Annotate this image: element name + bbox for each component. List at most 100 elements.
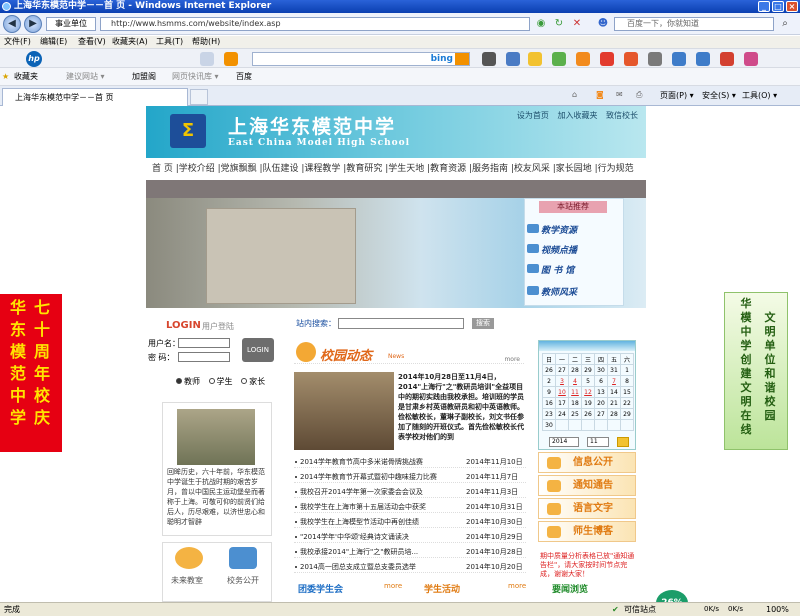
username-input[interactable] — [178, 338, 230, 348]
news-item[interactable]: 我校召开2014学年第一次家委会会议及 2014年11月3日 — [294, 486, 526, 498]
recommend-teaching-resources[interactable]: 教学资源 — [526, 223, 577, 236]
music-icon[interactable] — [744, 52, 758, 66]
fav-item-jiameng[interactable]: 加盟阁 — [132, 68, 156, 86]
forward-icon[interactable]: ▶ — [24, 15, 42, 33]
star-icon[interactable] — [528, 52, 542, 66]
fav-item-suggested[interactable]: 建议网站 ▾ — [66, 68, 105, 86]
compat-icon[interactable]: ◉ — [534, 17, 548, 31]
fav-item-webslice[interactable]: 网页快讯库 ▾ — [172, 68, 219, 86]
student-activities-title[interactable]: 学生活动 — [424, 582, 460, 595]
refresh-icon[interactable]: ↻ — [552, 17, 566, 31]
tab-current[interactable]: 上海华东模范中学－－首 页 — [2, 88, 188, 106]
cal-day[interactable]: 10 — [555, 386, 569, 398]
cal-day[interactable]: 1 — [620, 364, 634, 376]
cal-day[interactable]: 3 — [555, 375, 569, 387]
cal-day[interactable]: 6 — [594, 375, 608, 387]
cal-day[interactable] — [568, 419, 582, 431]
cal-day[interactable] — [620, 419, 634, 431]
cal-day[interactable]: 13 — [594, 386, 608, 398]
news-item[interactable]: 2014学年教育节开幕式暨初中趣味接力比赛 2014年11月7日 — [294, 471, 526, 483]
maximize-button[interactable]: □ — [772, 1, 784, 12]
league-union-title[interactable]: 团委学生会 — [298, 582, 343, 595]
email-icon[interactable] — [200, 52, 214, 66]
cal-day[interactable]: 11 — [568, 386, 582, 398]
cal-day[interactable]: 29 — [620, 408, 634, 420]
weibo-icon[interactable] — [720, 52, 734, 66]
menu-view[interactable]: 查看(V) — [78, 36, 106, 48]
send-icon[interactable] — [624, 52, 638, 66]
stop-icon[interactable]: ✕ — [570, 17, 584, 31]
address-bar[interactable]: http://www.hsmms.com/website/index.asp — [100, 17, 530, 31]
student-activities-more[interactable]: more — [508, 582, 526, 590]
recommend-library[interactable]: 图 书 馆 — [526, 263, 574, 276]
add-favorite-link[interactable]: 加入收藏夹 — [557, 111, 597, 120]
car-icon[interactable] — [482, 52, 496, 66]
calendar-year-select[interactable]: 2014 — [549, 437, 579, 447]
weather-icon[interactable] — [672, 52, 686, 66]
cal-day[interactable]: 16 — [542, 397, 556, 409]
cal-day[interactable]: 26 — [581, 408, 595, 420]
cal-day[interactable]: 30 — [594, 364, 608, 376]
civilization-banner[interactable]: 华模中学创建文明在线 文明单位和谐校园 — [724, 292, 788, 450]
close-button[interactable]: × — [786, 1, 798, 12]
cal-day[interactable]: 17 — [555, 397, 569, 409]
future-classroom-label[interactable]: 未来教室 — [171, 575, 203, 586]
site-search-input[interactable] — [338, 318, 464, 329]
menu-file[interactable]: 文件(F) — [4, 36, 31, 48]
search-icon[interactable]: ⌕ — [778, 17, 792, 31]
cal-day[interactable]: 28 — [568, 364, 582, 376]
news-featured-photo[interactable] — [294, 372, 394, 450]
cal-day[interactable]: 2 — [542, 375, 556, 387]
cal-day[interactable]: 14 — [607, 386, 621, 398]
favorites-star-icon[interactable]: ★ — [2, 68, 9, 86]
quick-language[interactable]: 语言文字 — [538, 498, 636, 519]
cmd-page[interactable]: 页面(P) ▾ — [660, 90, 694, 101]
tag-icon[interactable] — [224, 52, 238, 66]
cal-day[interactable]: 26 — [542, 364, 556, 376]
cal-day[interactable]: 22 — [620, 397, 634, 409]
zoom-level[interactable]: 100% — [766, 603, 789, 616]
future-classroom-icon[interactable] — [175, 547, 203, 569]
news-item[interactable]: 2014高一团总支成立暨总支委员选举 2014年10月20日 — [294, 561, 526, 573]
bing-search-button[interactable] — [455, 53, 469, 65]
cal-day[interactable]: 15 — [620, 386, 634, 398]
home-icon[interactable]: ⌂ — [572, 90, 577, 99]
mail-icon[interactable]: ✉ — [616, 90, 623, 99]
news-featured-text[interactable]: 2014年10月28日至11月4日，2014"上海行"之"教研员培训"全益项目中… — [398, 372, 524, 442]
anniversary-banner[interactable]: 华东模范中学 七十周年校庆 — [0, 294, 62, 452]
headlines-title[interactable]: 要闻浏览 — [538, 582, 636, 602]
cal-day[interactable]: 31 — [607, 364, 621, 376]
cal-day[interactable]: 24 — [555, 408, 569, 420]
cal-day[interactable]: 9 — [542, 386, 556, 398]
print-icon[interactable]: ⎙ — [636, 90, 642, 100]
bing-search-input[interactable]: bing — [252, 52, 470, 66]
news-item[interactable]: "2014学年'中华颂'经典诗文诵读决 2014年10月29日 — [294, 531, 526, 543]
chat-icon[interactable] — [648, 52, 662, 66]
news-item[interactable]: 2014学年教育节高中多米诺骨牌挑战赛 2014年11月10日 — [294, 456, 526, 468]
site-search-button[interactable]: 搜索 — [472, 318, 494, 329]
cal-day[interactable]: 7 — [607, 375, 621, 387]
cloud-icon[interactable] — [696, 52, 710, 66]
role-student[interactable]: 学生 — [208, 377, 233, 386]
main-navigation[interactable]: 首 页 |学校介绍 |党旗飘飘 |队伍建设 |课程教学 |教育研究 |学生天地 … — [146, 158, 646, 180]
news-icon[interactable] — [576, 52, 590, 66]
menu-help[interactable]: 帮助(H) — [192, 36, 220, 48]
write-principal-link[interactable]: 致信校长 — [606, 111, 638, 120]
news-item[interactable]: 我校承接2014"上海行"之"教研员培... 2014年10月28日 — [294, 546, 526, 558]
feeds-icon[interactable]: ◙ — [596, 90, 604, 99]
back-icon[interactable]: ◀ — [3, 15, 21, 33]
cal-day[interactable] — [555, 419, 569, 431]
zone-dropdown[interactable]: 事业单位 — [46, 17, 96, 31]
hp-logo-icon[interactable]: hp — [26, 51, 42, 67]
recommend-video[interactable]: 视频点播 — [526, 243, 577, 256]
menu-favorites[interactable]: 收藏夹(A) — [112, 36, 148, 48]
news-more-link[interactable]: more — [504, 356, 520, 363]
menu-edit[interactable]: 编辑(E) — [40, 36, 67, 48]
cal-day[interactable]: 25 — [568, 408, 582, 420]
calendar-month-select[interactable]: 11 — [587, 437, 609, 447]
calendar-go-icon[interactable] — [617, 437, 629, 447]
scrolling-notice[interactable]: 期中质量分析表格已放"通知通告栏"，请大家按时间节点完成，谢谢大家！ — [540, 552, 636, 579]
globe-icon[interactable] — [552, 52, 566, 66]
school-affairs-icon[interactable] — [229, 547, 257, 569]
quick-notices[interactable]: 通知通告 — [538, 475, 636, 496]
